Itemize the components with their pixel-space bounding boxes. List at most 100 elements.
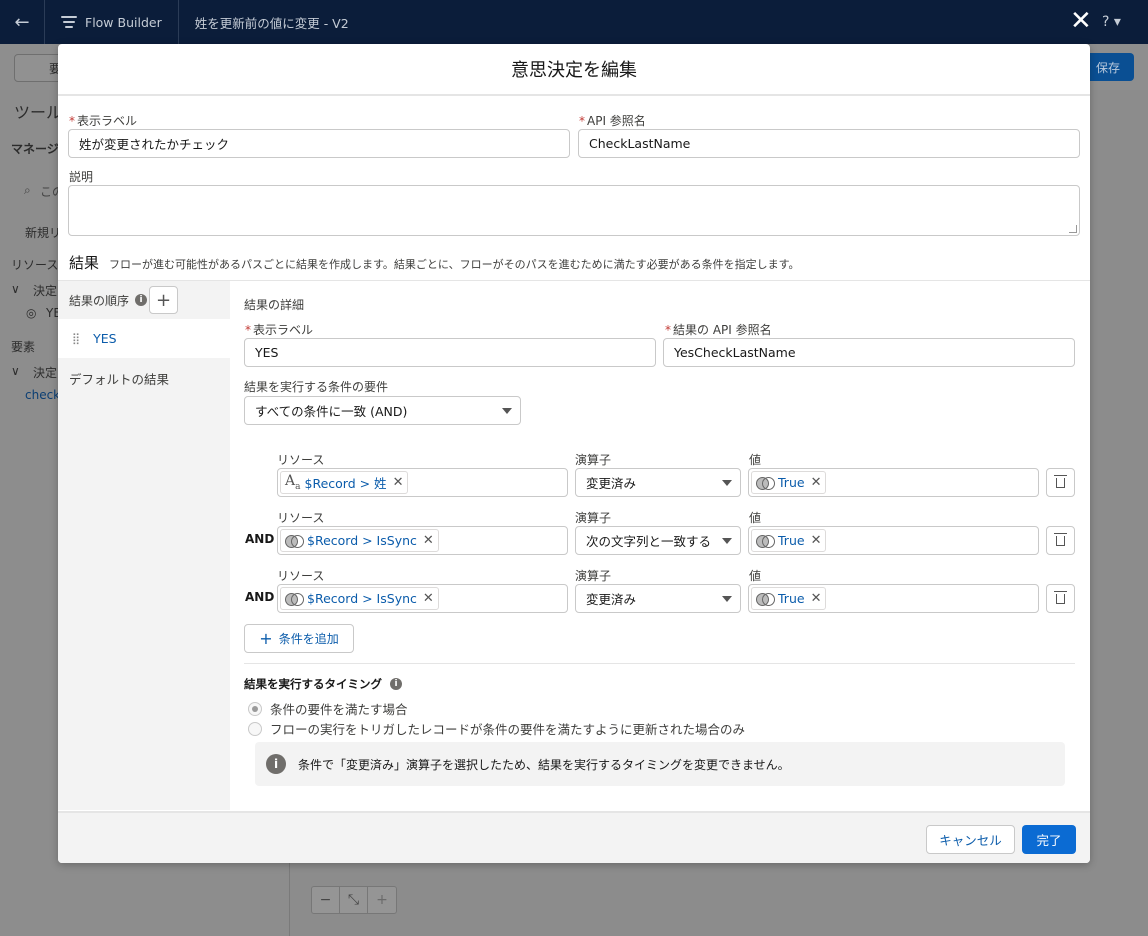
drag-handle-icon[interactable]: ⣿ <box>72 332 80 345</box>
background-resources-label: リソース <box>11 258 59 272</box>
outcome-api-name-input[interactable]: YesCheckLastName <box>663 338 1075 367</box>
outcome-item-yes[interactable]: ⣿ YES <box>58 319 230 358</box>
value-pill[interactable]: True ✕ <box>751 587 827 610</box>
background-decision-group: 決定 <box>33 284 58 298</box>
remove-icon[interactable]: ✕ <box>811 533 822 548</box>
timing-option-2[interactable]: フローの実行をトリガしたレコードが条件の要件を満たすように更新された場合のみ <box>248 719 745 738</box>
outcome-details-title: 結果の詳細 <box>244 298 305 312</box>
remove-icon[interactable]: ✕ <box>393 475 404 490</box>
remove-icon[interactable]: ✕ <box>423 533 434 548</box>
background-decision-element-link: check <box>25 388 61 402</box>
delete-condition-button[interactable] <box>1046 526 1075 555</box>
zoom-out-icon: − <box>312 887 340 913</box>
trash-icon <box>1054 590 1067 604</box>
default-outcome-item[interactable]: デフォルトの結果 <box>69 369 169 388</box>
label-input[interactable]: 姓が変更されたかチェック <box>68 129 570 158</box>
background-decision-group: 決定 <box>33 366 58 380</box>
background-search-icon: ⌕ <box>24 183 31 197</box>
resize-handle-icon[interactable] <box>1069 225 1077 233</box>
section-divider <box>244 663 1075 664</box>
condition-operator-select[interactable]: 次の文字列と一致する <box>575 526 741 555</box>
radio-button[interactable] <box>248 721 262 736</box>
condition-operator-select[interactable]: 変更済み <box>575 468 741 497</box>
background-zoom-controls: − ⤡ + <box>311 886 397 914</box>
outcome-label-input[interactable]: YES <box>244 338 656 367</box>
boolean-toggle-icon <box>285 534 304 548</box>
background-chevron-down-icon: ∨ <box>11 282 20 296</box>
condition-resource-input[interactable]: $Record > IsSync ✕ <box>277 526 568 555</box>
modal-header: 意思決定を編集 <box>58 44 1090 96</box>
value-pill[interactable]: True ✕ <box>751 529 827 552</box>
flow-builder-logo-icon <box>61 15 77 29</box>
condition-operator-value: 変更済み <box>586 592 637 607</box>
resource-pill-label: $Record > 姓 <box>304 476 387 491</box>
outcome-order-header: 結果の順序 i <box>58 281 230 319</box>
flow-builder-brand: Flow Builder <box>45 15 178 30</box>
condition-value-input[interactable]: True ✕ <box>748 526 1039 555</box>
trash-icon <box>1054 532 1067 546</box>
condition-operator-value: 変更済み <box>586 476 637 491</box>
condition-value-input[interactable]: True ✕ <box>748 468 1039 497</box>
modal-footer: キャンセル 完了 <box>58 811 1090 863</box>
resource-pill[interactable]: $Record > IsSync ✕ <box>280 529 439 552</box>
radio-button[interactable] <box>248 701 262 716</box>
value-pill[interactable]: True ✕ <box>751 471 827 494</box>
outcomes-section-header: 結果 フローが進む可能性があるパスごとに結果を作成します。結果ごとに、フローがそ… <box>69 252 799 273</box>
delete-condition-button[interactable] <box>1046 468 1075 497</box>
remove-icon[interactable]: ✕ <box>811 475 822 490</box>
api-name-input[interactable]: CheckLastName <box>578 129 1080 158</box>
required-asterisk: * <box>69 114 75 128</box>
remove-icon[interactable]: ✕ <box>811 591 822 606</box>
condition-requirements-select[interactable]: すべての条件に一致 (AND) <box>244 396 521 425</box>
info-icon[interactable]: i <box>135 294 148 306</box>
resource-pill[interactable]: Aa $Record > 姓 ✕ <box>280 471 409 494</box>
operator-header: 演算子 <box>575 569 612 583</box>
outcome-api-name-field-label: * 結果の API 参照名 <box>665 321 772 338</box>
done-button[interactable]: 完了 <box>1022 825 1076 854</box>
plus-icon: + <box>259 629 273 648</box>
resource-pill-label: $Record > IsSync <box>307 591 417 606</box>
outcome-order-label: 結果の順序 <box>69 293 130 308</box>
value-header: 値 <box>749 453 762 467</box>
cancel-button[interactable]: キャンセル <box>926 825 1015 854</box>
trash-icon <box>1054 474 1067 488</box>
resource-pill[interactable]: $Record > IsSync ✕ <box>280 587 439 610</box>
timing-header: 結果を実行するタイミング i <box>244 676 402 692</box>
condition-operator-select[interactable]: 変更済み <box>575 584 741 613</box>
operator-header: 演算子 <box>575 511 612 525</box>
description-label: 説明 <box>69 170 94 184</box>
edit-decision-modal: 意思決定を編集 * 表示ラベル 姓が変更されたかチェック * API 参照名 Che… <box>58 44 1090 863</box>
app-header: ← Flow Builder 姓を更新前の値に変更 - V2 ✕ ? ▾ <box>0 0 1148 44</box>
condition-resource-input[interactable]: $Record > IsSync ✕ <box>277 584 568 613</box>
timing-notice: i 条件で「変更済み」演算子を選択したため、結果を実行するタイミングを変更できま… <box>255 742 1065 786</box>
add-outcome-button[interactable]: + <box>149 286 178 314</box>
condition-requirements-value: すべての条件に一致 (AND) <box>255 404 408 419</box>
required-asterisk: * <box>665 323 671 337</box>
resource-header: リソース <box>277 569 325 583</box>
chevron-down-icon <box>502 408 512 414</box>
condition-resource-input[interactable]: Aa $Record > 姓 ✕ <box>277 468 568 497</box>
add-condition-button[interactable]: + 条件を追加 <box>244 624 354 653</box>
info-icon[interactable]: i <box>390 678 402 690</box>
value-pill-label: True <box>778 533 805 548</box>
close-icon[interactable]: ✕ <box>1070 8 1092 34</box>
brand-name: Flow Builder <box>85 14 162 30</box>
back-arrow-icon[interactable]: ← <box>0 0 44 44</box>
resource-header: リソース <box>277 453 325 467</box>
background-sidebar-tab: マネージ <box>11 142 59 156</box>
remove-icon[interactable]: ✕ <box>423 591 434 606</box>
delete-condition-button[interactable] <box>1046 584 1075 613</box>
timing-option-1[interactable]: 条件の要件を満たす場合 <box>248 699 408 718</box>
value-pill-label: True <box>778 591 805 606</box>
description-textarea[interactable] <box>68 185 1080 236</box>
help-icon[interactable]: ? ▾ <box>1102 14 1121 30</box>
condition-value-input[interactable]: True ✕ <box>748 584 1039 613</box>
timing-notice-text: 条件で「変更済み」演算子を選択したため、結果を実行するタイミングを変更できません… <box>298 757 790 772</box>
required-asterisk: * <box>245 323 251 337</box>
value-header: 値 <box>749 511 762 525</box>
api-name-field-label-text: API 参照名 <box>587 114 646 128</box>
required-asterisk: * <box>579 114 585 128</box>
outcome-api-name-field-label-text: 結果の API 参照名 <box>673 323 772 337</box>
and-label: AND <box>245 532 275 546</box>
value-pill-label: True <box>778 475 805 490</box>
